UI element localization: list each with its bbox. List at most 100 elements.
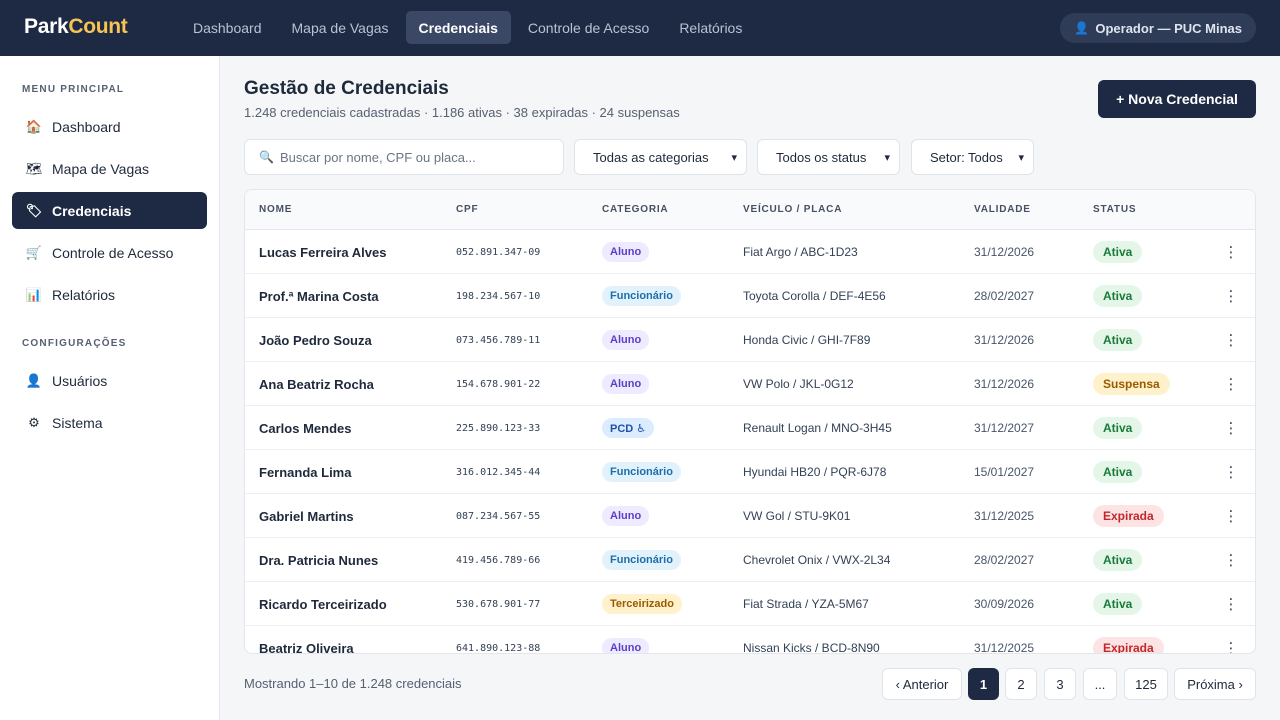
cell-validity: 15/01/2027	[974, 465, 1035, 479]
badge-icon: 🏷	[25, 202, 43, 218]
gear-icon: ⚙	[28, 414, 40, 430]
more-vertical-icon[interactable]: ⋮	[1221, 362, 1241, 406]
topnav-mapa-de-vagas[interactable]: Mapa de Vagas	[279, 11, 402, 44]
table-row[interactable]: Beatriz Oliveira 641.890.123-88 Aluno Nissa…	[245, 626, 1255, 654]
category-filter-value: Todas as categorias	[593, 149, 709, 165]
cell-status: Ativa	[1093, 582, 1143, 626]
user-icon: 👤	[1074, 21, 1090, 35]
table-row[interactable]: Ricardo Terceirizado 530.678.901-77 Tercei…	[245, 582, 1255, 626]
cell-cpf: 641.890.123-88	[456, 642, 541, 654]
cell-status: Expirada	[1093, 494, 1164, 538]
app-logo[interactable]: ParkCount	[24, 15, 128, 39]
pagination-page-button[interactable]: 1	[968, 668, 999, 700]
pagination-page-button[interactable]: 125	[1124, 668, 1168, 700]
search-input[interactable]	[279, 149, 550, 165]
cell-cpf: 530.678.901-77	[456, 598, 541, 610]
cell-cpf: 052.891.347-09	[456, 246, 541, 258]
status-badge: Ativa	[1093, 329, 1143, 351]
more-vertical-icon[interactable]: ⋮	[1221, 494, 1241, 538]
sidebar-item-label: Controle de Acesso	[52, 244, 174, 261]
new-credential-button[interactable]: + Nova Credencial	[1098, 80, 1256, 118]
cell-status: Suspensa	[1093, 362, 1170, 406]
cell-status: Ativa	[1093, 318, 1143, 362]
status-badge: Ativa	[1093, 593, 1143, 615]
search-box[interactable]: 🔍	[244, 139, 564, 175]
cell-vehicle: Hyundai HB20 / PQR-6J78	[743, 465, 887, 479]
table-row[interactable]: Prof.ª Marina Costa 198.234.567-10 Funcion…	[245, 274, 1255, 318]
column-header-category[interactable]: CATEGORIA	[602, 204, 668, 215]
cell-validity: 31/12/2026	[974, 245, 1035, 259]
chevron-down-icon: ▾	[1018, 151, 1024, 164]
pagination-ellipsis: ...	[1083, 668, 1117, 700]
sidebar-item-sistema[interactable]: ⚙ Sistema	[12, 404, 207, 441]
cell-status: Expirada	[1093, 626, 1164, 653]
sidebar-item-label: Dashboard	[52, 118, 121, 135]
chevron-down-icon: ▾	[884, 151, 890, 164]
sidebar-item-mapa-de-vagas[interactable]: 🗺 Mapa de Vagas	[12, 150, 207, 187]
topnav-relatorios[interactable]: Relatórios	[666, 11, 755, 44]
category-badge: Aluno	[602, 242, 650, 262]
status-badge: Expirada	[1093, 505, 1164, 527]
operator-menu[interactable]: 👤 Operador — PUC Minas	[1060, 13, 1256, 43]
category-badge: Funcionário	[602, 462, 681, 482]
cell-name: Lucas Ferreira Alves	[259, 244, 387, 260]
topnav-controle-de-acesso[interactable]: Controle de Acesso	[515, 11, 662, 44]
more-vertical-icon[interactable]: ⋮	[1221, 274, 1241, 318]
cell-name: Ricardo Terceirizado	[259, 596, 387, 612]
column-header-name[interactable]: NOME	[259, 204, 292, 215]
sidebar-item-dashboard[interactable]: 🏠 Dashboard	[12, 108, 207, 145]
cell-vehicle: Renault Logan / MNO-3H45	[743, 421, 892, 435]
topnav-credenciais[interactable]: Credenciais	[405, 11, 511, 44]
table-row[interactable]: Fernanda Lima 316.012.345-44 Funcionário Hy…	[245, 450, 1255, 494]
cell-cpf: 198.234.567-10	[456, 290, 541, 302]
pagination-next-button[interactable]: Próxima ›	[1174, 668, 1256, 700]
cell-category: Terceirizado	[602, 582, 682, 626]
status-badge: Ativa	[1093, 417, 1143, 439]
status-badge: Suspensa	[1093, 373, 1170, 395]
more-vertical-icon[interactable]: ⋮	[1221, 318, 1241, 362]
column-header-status[interactable]: STATUS	[1093, 204, 1136, 215]
map-icon: 🗺	[25, 160, 43, 176]
status-filter-select[interactable]: Todos os status ▾	[757, 139, 900, 175]
cell-cpf: 154.678.901-22	[456, 378, 541, 390]
more-vertical-icon[interactable]: ⋮	[1221, 582, 1241, 626]
more-vertical-icon[interactable]: ⋮	[1221, 538, 1241, 582]
cell-category: PCD ♿	[602, 406, 655, 450]
pagination-page-button[interactable]: 2	[1005, 668, 1037, 700]
cell-name: Prof.ª Marina Costa	[259, 288, 379, 304]
sidebar-item-credenciais[interactable]: 🏷 Credenciais	[12, 192, 207, 229]
more-vertical-icon[interactable]: ⋮	[1221, 626, 1241, 653]
column-header-vehicle[interactable]: VEÍCULO / PLACA	[743, 204, 842, 215]
sidebar-item-label: Credenciais	[52, 202, 132, 219]
column-header-validity[interactable]: VALIDADE	[974, 204, 1031, 215]
top-nav: Dashboard Mapa de Vagas Credenciais Cont…	[180, 11, 755, 44]
topnav-dashboard[interactable]: Dashboard	[180, 11, 275, 44]
table-row[interactable]: Dra. Patricia Nunes 419.456.789-66 Funcion…	[245, 538, 1255, 582]
cell-validity: 31/12/2027	[974, 421, 1035, 435]
table-row[interactable]: Carlos Mendes 225.890.123-33 PCD ♿ Renault …	[245, 406, 1255, 450]
cell-vehicle: VW Polo / JKL-0G12	[743, 377, 854, 391]
sector-filter-select[interactable]: Setor: Todos ▾	[911, 139, 1034, 175]
sidebar-item-relatorios[interactable]: 📊 Relatórios	[12, 276, 207, 313]
sidebar-item-label: Relatórios	[52, 286, 116, 303]
table-row[interactable]: João Pedro Souza 073.456.789-11 Aluno Honda…	[245, 318, 1255, 362]
cell-vehicle: Fiat Strada / YZA-5M67	[743, 597, 869, 611]
column-header-cpf[interactable]: CPF	[456, 204, 478, 215]
sidebar-item-controle-de-acesso[interactable]: 🛒 Controle de Acesso	[12, 234, 207, 271]
more-vertical-icon[interactable]: ⋮	[1221, 406, 1241, 450]
category-filter-select[interactable]: Todas as categorias ▾	[574, 139, 747, 175]
more-vertical-icon[interactable]: ⋮	[1221, 230, 1241, 274]
table-row[interactable]: Gabriel Martins 087.234.567-55 Aluno VW Gol…	[245, 494, 1255, 538]
more-vertical-icon[interactable]: ⋮	[1221, 450, 1241, 494]
cell-vehicle: VW Gol / STU-9K01	[743, 509, 851, 523]
category-badge: Aluno	[602, 330, 650, 350]
cell-vehicle: Nissan Kicks / BCD-8N90	[743, 641, 880, 654]
pagination-prev-button[interactable]: ‹ Anterior	[882, 668, 962, 700]
table-row[interactable]: Ana Beatriz Rocha 154.678.901-22 Aluno VW P…	[245, 362, 1255, 406]
chevron-down-icon: ▾	[731, 151, 737, 164]
table-row[interactable]: Lucas Ferreira Alves 052.891.347-09 Aluno F…	[245, 230, 1255, 274]
cell-category: Aluno	[602, 318, 650, 362]
sidebar-item-label: Mapa de Vagas	[52, 160, 150, 177]
pagination-page-button[interactable]: 3	[1044, 668, 1076, 700]
sidebar-item-usuarios[interactable]: 👤 Usuários	[12, 362, 207, 399]
